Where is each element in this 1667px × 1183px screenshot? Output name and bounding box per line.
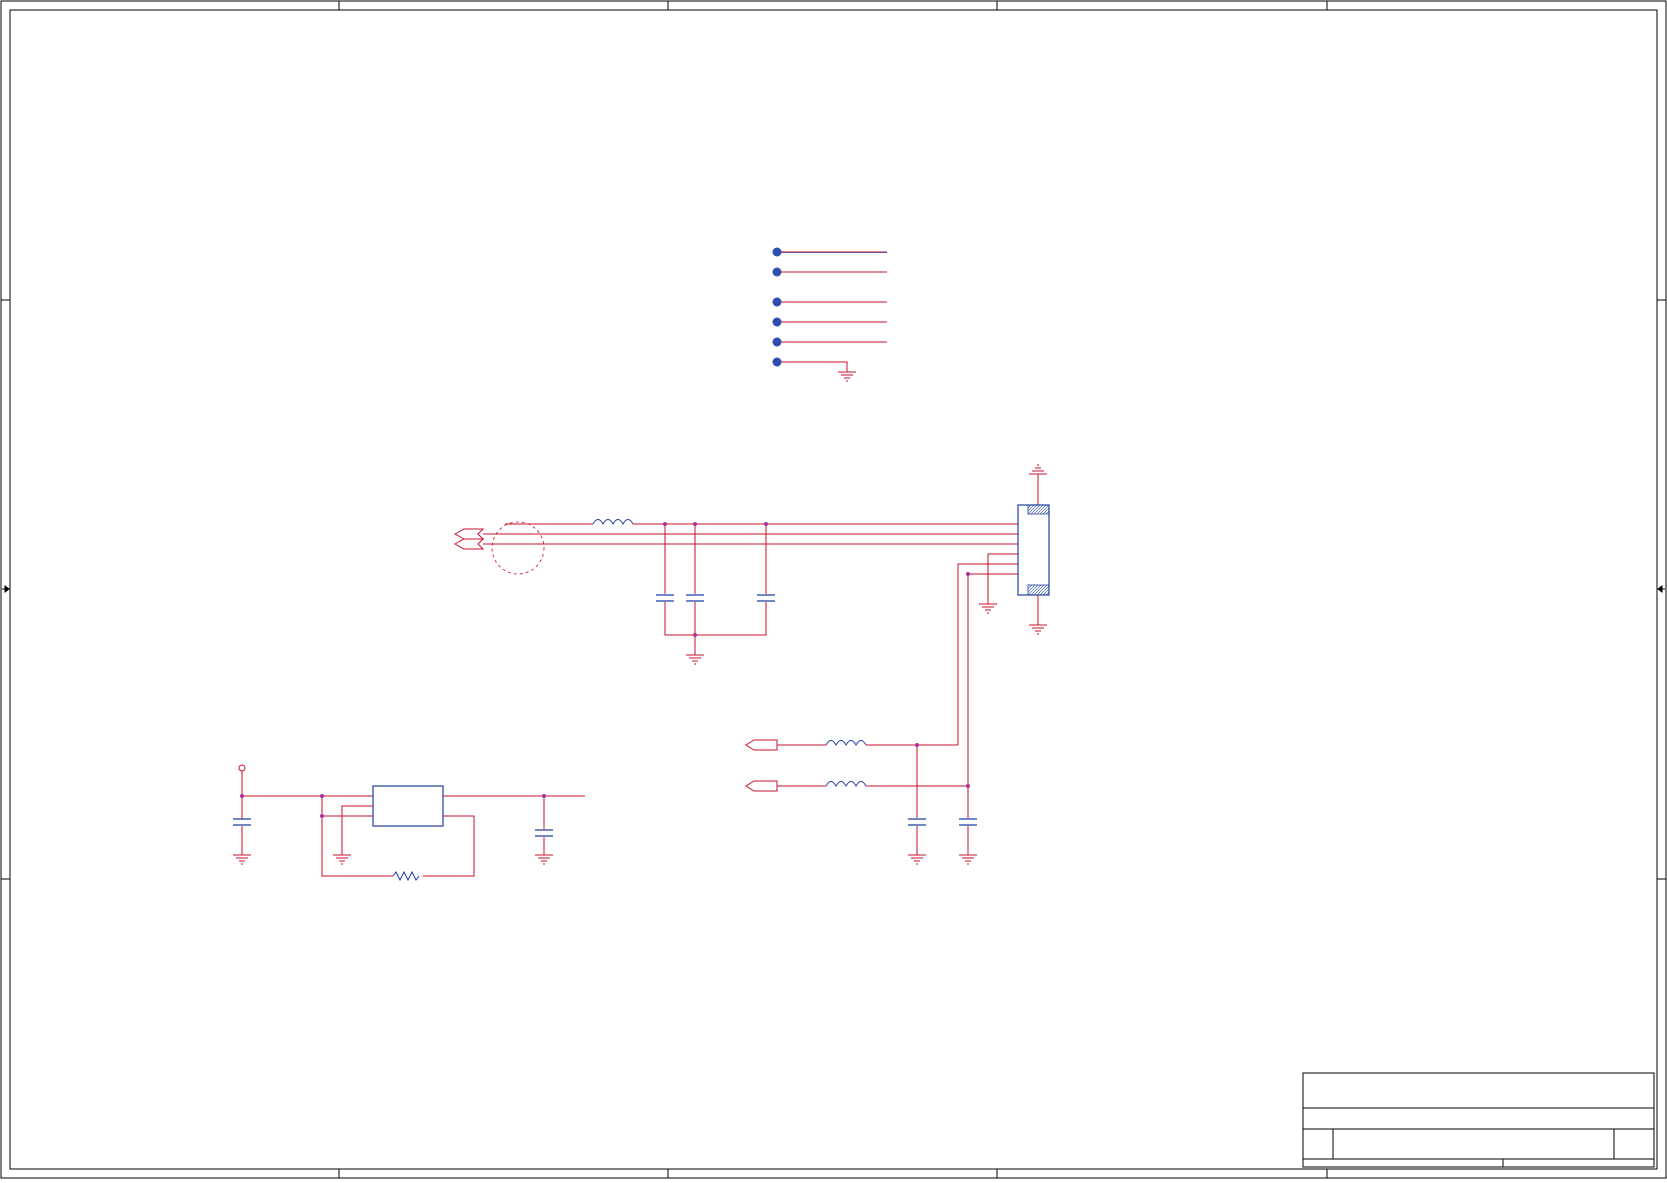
schematic-canvas [0, 0, 1667, 1179]
junction-dot [693, 633, 697, 637]
connector-icon [1017, 504, 1050, 596]
junction-dot [693, 522, 697, 526]
port-icon [453, 528, 485, 540]
test-point-3[interactable] [772, 297, 888, 307]
ground-icon [686, 654, 704, 665]
test-point-2[interactable] [772, 267, 888, 277]
test-point-icon [772, 357, 782, 367]
wire [781, 361, 848, 372]
differential-port[interactable] [453, 528, 485, 550]
regulator-icon[interactable] [372, 785, 444, 827]
test-point-4[interactable] [772, 317, 888, 327]
inductor-icon[interactable] [592, 519, 634, 526]
resistor-icon[interactable] [392, 870, 420, 882]
junction-dot [915, 743, 919, 747]
test-point-5[interactable] [772, 337, 888, 347]
test-point-icon [772, 317, 782, 327]
junction-dot [542, 794, 546, 798]
port-icon[interactable] [745, 780, 778, 792]
connector-shield-bottom [1027, 584, 1050, 596]
test-point-icon [772, 267, 782, 277]
arrow-right-icon [4, 585, 10, 593]
schematic-sheet [0, 0, 1667, 1179]
ground-icon [959, 854, 977, 865]
signal-bus [453, 519, 1018, 786]
center-arrows [2, 585, 1665, 593]
junction-dot [764, 522, 768, 526]
twisted-pair-marker [491, 521, 545, 575]
port-icon[interactable] [745, 739, 778, 751]
title-block-frame [1302, 1072, 1655, 1168]
junction-dot [320, 794, 324, 798]
junctions [240, 522, 970, 818]
ground-icon [535, 854, 553, 865]
junction-dot [240, 794, 244, 798]
junction-dot [320, 814, 324, 818]
ground-icon [333, 854, 351, 865]
arrow-left-icon [1657, 585, 1663, 593]
drawing-frame [0, 0, 1667, 1179]
test-point-icon [772, 337, 782, 347]
port-icon [453, 538, 485, 550]
junction-dot [966, 784, 970, 788]
test-point-group [772, 247, 888, 382]
test-point-icon [772, 247, 782, 257]
junction-dot [966, 572, 970, 576]
connector-block[interactable] [1017, 464, 1050, 635]
ground-icon [233, 854, 251, 865]
inner-border [9, 9, 1658, 1170]
ground-icon [908, 854, 926, 865]
wire [987, 553, 1018, 604]
connector-shield-top [1027, 504, 1050, 515]
inductor-icon[interactable] [825, 781, 867, 788]
regulator-circuit [233, 764, 585, 882]
ground-icon [1029, 464, 1047, 475]
inductor-icon[interactable] [825, 740, 867, 747]
test-point-icon [772, 297, 782, 307]
outer-border [0, 0, 1667, 1179]
power-pin-icon[interactable] [238, 764, 246, 772]
filter-capacitors [656, 524, 775, 665]
zone-ticks [1, 1, 1666, 1178]
ground-icon [979, 603, 997, 614]
wire [967, 573, 1018, 786]
ground-icon [1029, 624, 1047, 635]
test-point-6[interactable] [772, 357, 857, 382]
ground-icon [838, 371, 856, 382]
input-filter [745, 739, 977, 865]
title-block [1302, 1072, 1655, 1168]
test-point-1[interactable] [772, 247, 888, 257]
junction-dot [663, 522, 667, 526]
